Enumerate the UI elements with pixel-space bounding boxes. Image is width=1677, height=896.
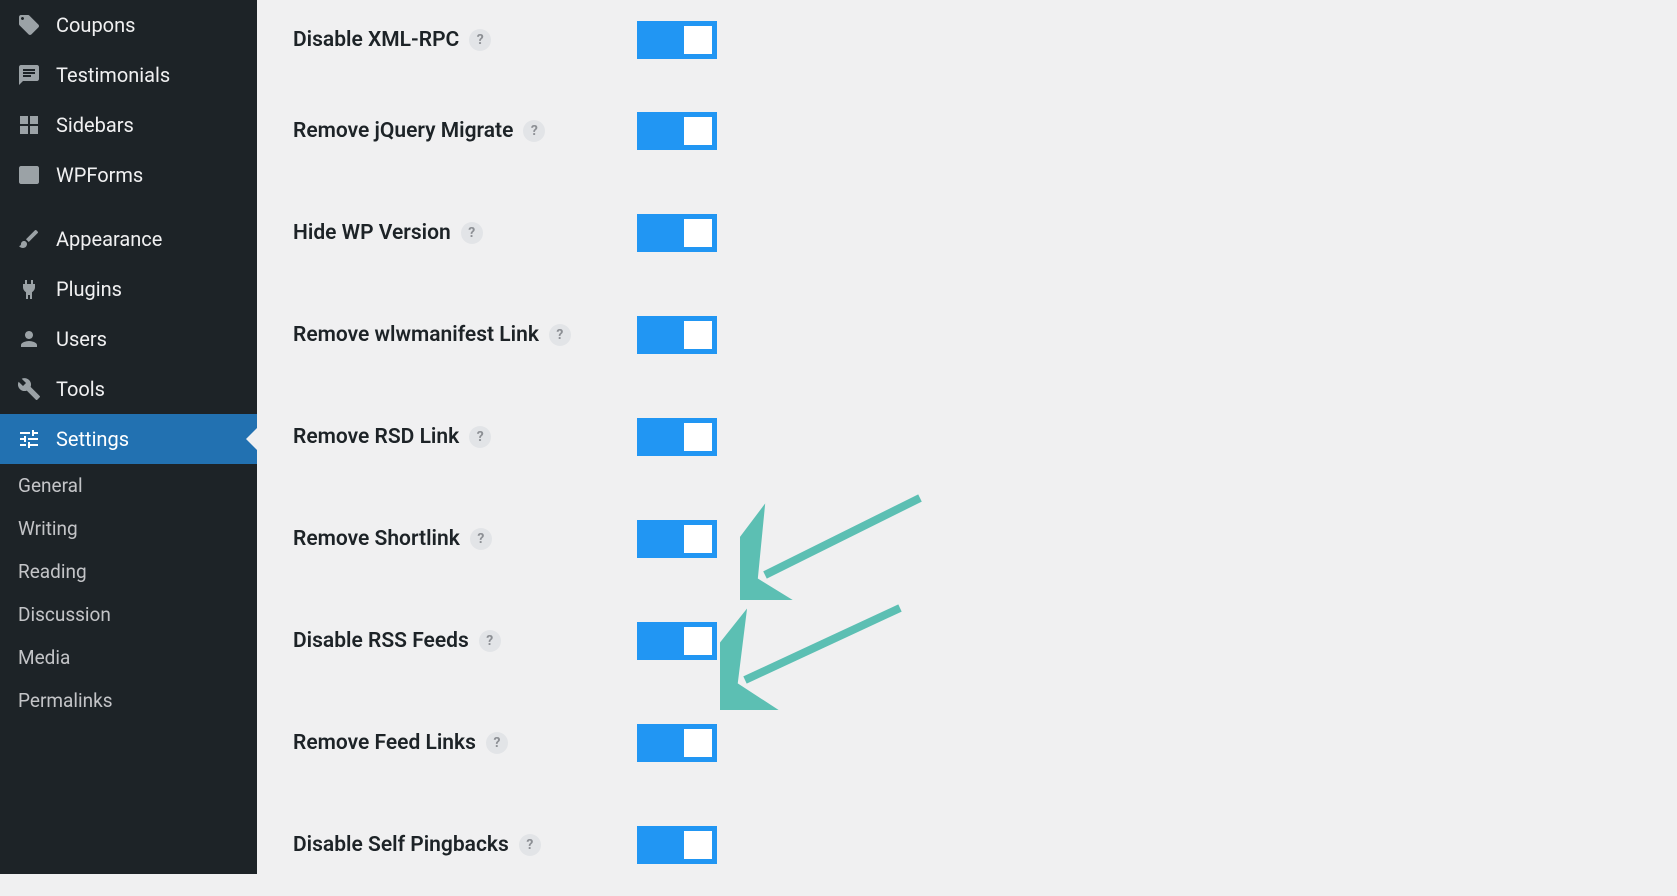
- brush-icon: [16, 226, 42, 252]
- toggle-jquery-migrate[interactable]: [637, 112, 717, 150]
- setting-label: Remove RSD Link ?: [293, 425, 637, 449]
- settings-content: Disable XML-RPC ? Remove jQuery Migrate …: [257, 0, 1677, 874]
- help-icon[interactable]: ?: [469, 29, 491, 51]
- submenu-item-general[interactable]: General: [0, 464, 257, 507]
- setting-label-text: Remove jQuery Migrate: [293, 119, 513, 143]
- help-icon[interactable]: ?: [523, 120, 545, 142]
- plug-icon: [16, 276, 42, 302]
- setting-label-text: Remove Feed Links: [293, 731, 476, 755]
- setting-row-wp-version: Hide WP Version ?: [293, 182, 1641, 284]
- toggle-wp-version[interactable]: [637, 214, 717, 252]
- toggle-shortlink[interactable]: [637, 520, 717, 558]
- toggle-knob: [684, 117, 712, 145]
- toggle-wlwmanifest[interactable]: [637, 316, 717, 354]
- help-icon[interactable]: ?: [461, 222, 483, 244]
- setting-label-text: Remove RSD Link: [293, 425, 459, 449]
- settings-list: Disable XML-RPC ? Remove jQuery Migrate …: [293, 0, 1641, 896]
- setting-label-text: Remove wlwmanifest Link: [293, 323, 539, 347]
- setting-label: Remove wlwmanifest Link ?: [293, 323, 637, 347]
- help-icon[interactable]: ?: [479, 630, 501, 652]
- setting-label: Remove Feed Links ?: [293, 731, 637, 755]
- sidebar-item-settings[interactable]: Settings: [0, 414, 257, 464]
- sidebar-item-label: Settings: [56, 427, 129, 451]
- sidebar-item-label: Plugins: [56, 277, 122, 301]
- wrench-icon: [16, 376, 42, 402]
- toggle-knob: [684, 831, 712, 859]
- setting-label: Hide WP Version ?: [293, 221, 637, 245]
- sidebar-item-plugins[interactable]: Plugins: [0, 264, 257, 314]
- sidebar-item-appearance[interactable]: Appearance: [0, 214, 257, 264]
- setting-row-feed-links: Remove Feed Links ?: [293, 692, 1641, 794]
- setting-row-self-pingbacks: Disable Self Pingbacks ?: [293, 794, 1641, 896]
- toggle-rss-feeds[interactable]: [637, 622, 717, 660]
- toggle-knob: [684, 729, 712, 757]
- sidebar-item-label: Tools: [56, 377, 105, 401]
- submenu-item-permalinks[interactable]: Permalinks: [0, 679, 257, 722]
- sidebar-item-label: Users: [56, 327, 107, 351]
- toggle-self-pingbacks[interactable]: [637, 826, 717, 864]
- submenu-item-discussion[interactable]: Discussion: [0, 593, 257, 636]
- sliders-icon: [16, 426, 42, 452]
- sidebar-item-sidebars[interactable]: Sidebars: [0, 100, 257, 150]
- help-icon[interactable]: ?: [486, 732, 508, 754]
- tag-icon: [16, 12, 42, 38]
- help-icon[interactable]: ?: [470, 528, 492, 550]
- menu-separator: [0, 200, 257, 214]
- toggle-knob: [684, 321, 712, 349]
- toggle-feed-links[interactable]: [637, 724, 717, 762]
- setting-row-rsd: Remove RSD Link ?: [293, 386, 1641, 488]
- sidebar-item-coupons[interactable]: Coupons: [0, 0, 257, 50]
- help-icon[interactable]: ?: [469, 426, 491, 448]
- grid-icon: [16, 112, 42, 138]
- sidebar-item-tools[interactable]: Tools: [0, 364, 257, 414]
- help-icon[interactable]: ?: [549, 324, 571, 346]
- user-icon: [16, 326, 42, 352]
- sidebar-item-label: WPForms: [56, 163, 143, 187]
- setting-label: Remove jQuery Migrate ?: [293, 119, 637, 143]
- setting-label-text: Hide WP Version: [293, 221, 451, 245]
- setting-row-rss-feeds: Disable RSS Feeds ?: [293, 590, 1641, 692]
- submenu-item-media[interactable]: Media: [0, 636, 257, 679]
- sidebar-item-label: Coupons: [56, 13, 135, 37]
- sidebar-item-label: Testimonials: [56, 63, 170, 87]
- setting-label-text: Disable Self Pingbacks: [293, 833, 509, 857]
- toggle-knob: [684, 525, 712, 553]
- setting-row-wlwmanifest: Remove wlwmanifest Link ?: [293, 284, 1641, 386]
- setting-row-shortlink: Remove Shortlink ?: [293, 488, 1641, 590]
- help-icon[interactable]: ?: [519, 834, 541, 856]
- setting-label: Disable RSS Feeds ?: [293, 629, 637, 653]
- sidebar-item-testimonials[interactable]: Testimonials: [0, 50, 257, 100]
- setting-row-jquery-migrate: Remove jQuery Migrate ?: [293, 80, 1641, 182]
- setting-label-text: Disable RSS Feeds: [293, 629, 469, 653]
- sidebar-item-label: Sidebars: [56, 113, 134, 137]
- sidebar-item-users[interactable]: Users: [0, 314, 257, 364]
- toggle-knob: [684, 26, 712, 54]
- form-icon: [16, 162, 42, 188]
- toggle-knob: [684, 423, 712, 451]
- toggle-xmlrpc[interactable]: [637, 21, 717, 59]
- submenu-item-reading[interactable]: Reading: [0, 550, 257, 593]
- submenu-item-writing[interactable]: Writing: [0, 507, 257, 550]
- toggle-knob: [684, 219, 712, 247]
- sidebar-item-label: Appearance: [56, 227, 162, 251]
- toggle-rsd[interactable]: [637, 418, 717, 456]
- setting-label-text: Remove Shortlink: [293, 527, 460, 551]
- toggle-knob: [684, 627, 712, 655]
- sidebar-item-wpforms[interactable]: WPForms: [0, 150, 257, 200]
- setting-label: Remove Shortlink ?: [293, 527, 637, 551]
- setting-label: Disable Self Pingbacks ?: [293, 833, 637, 857]
- setting-label: Disable XML-RPC ?: [293, 28, 637, 52]
- setting-row-xmlrpc: Disable XML-RPC ?: [293, 0, 1641, 80]
- setting-label-text: Disable XML-RPC: [293, 28, 459, 52]
- chat-icon: [16, 62, 42, 88]
- admin-sidebar: Coupons Testimonials Sidebars WPForms Ap…: [0, 0, 257, 874]
